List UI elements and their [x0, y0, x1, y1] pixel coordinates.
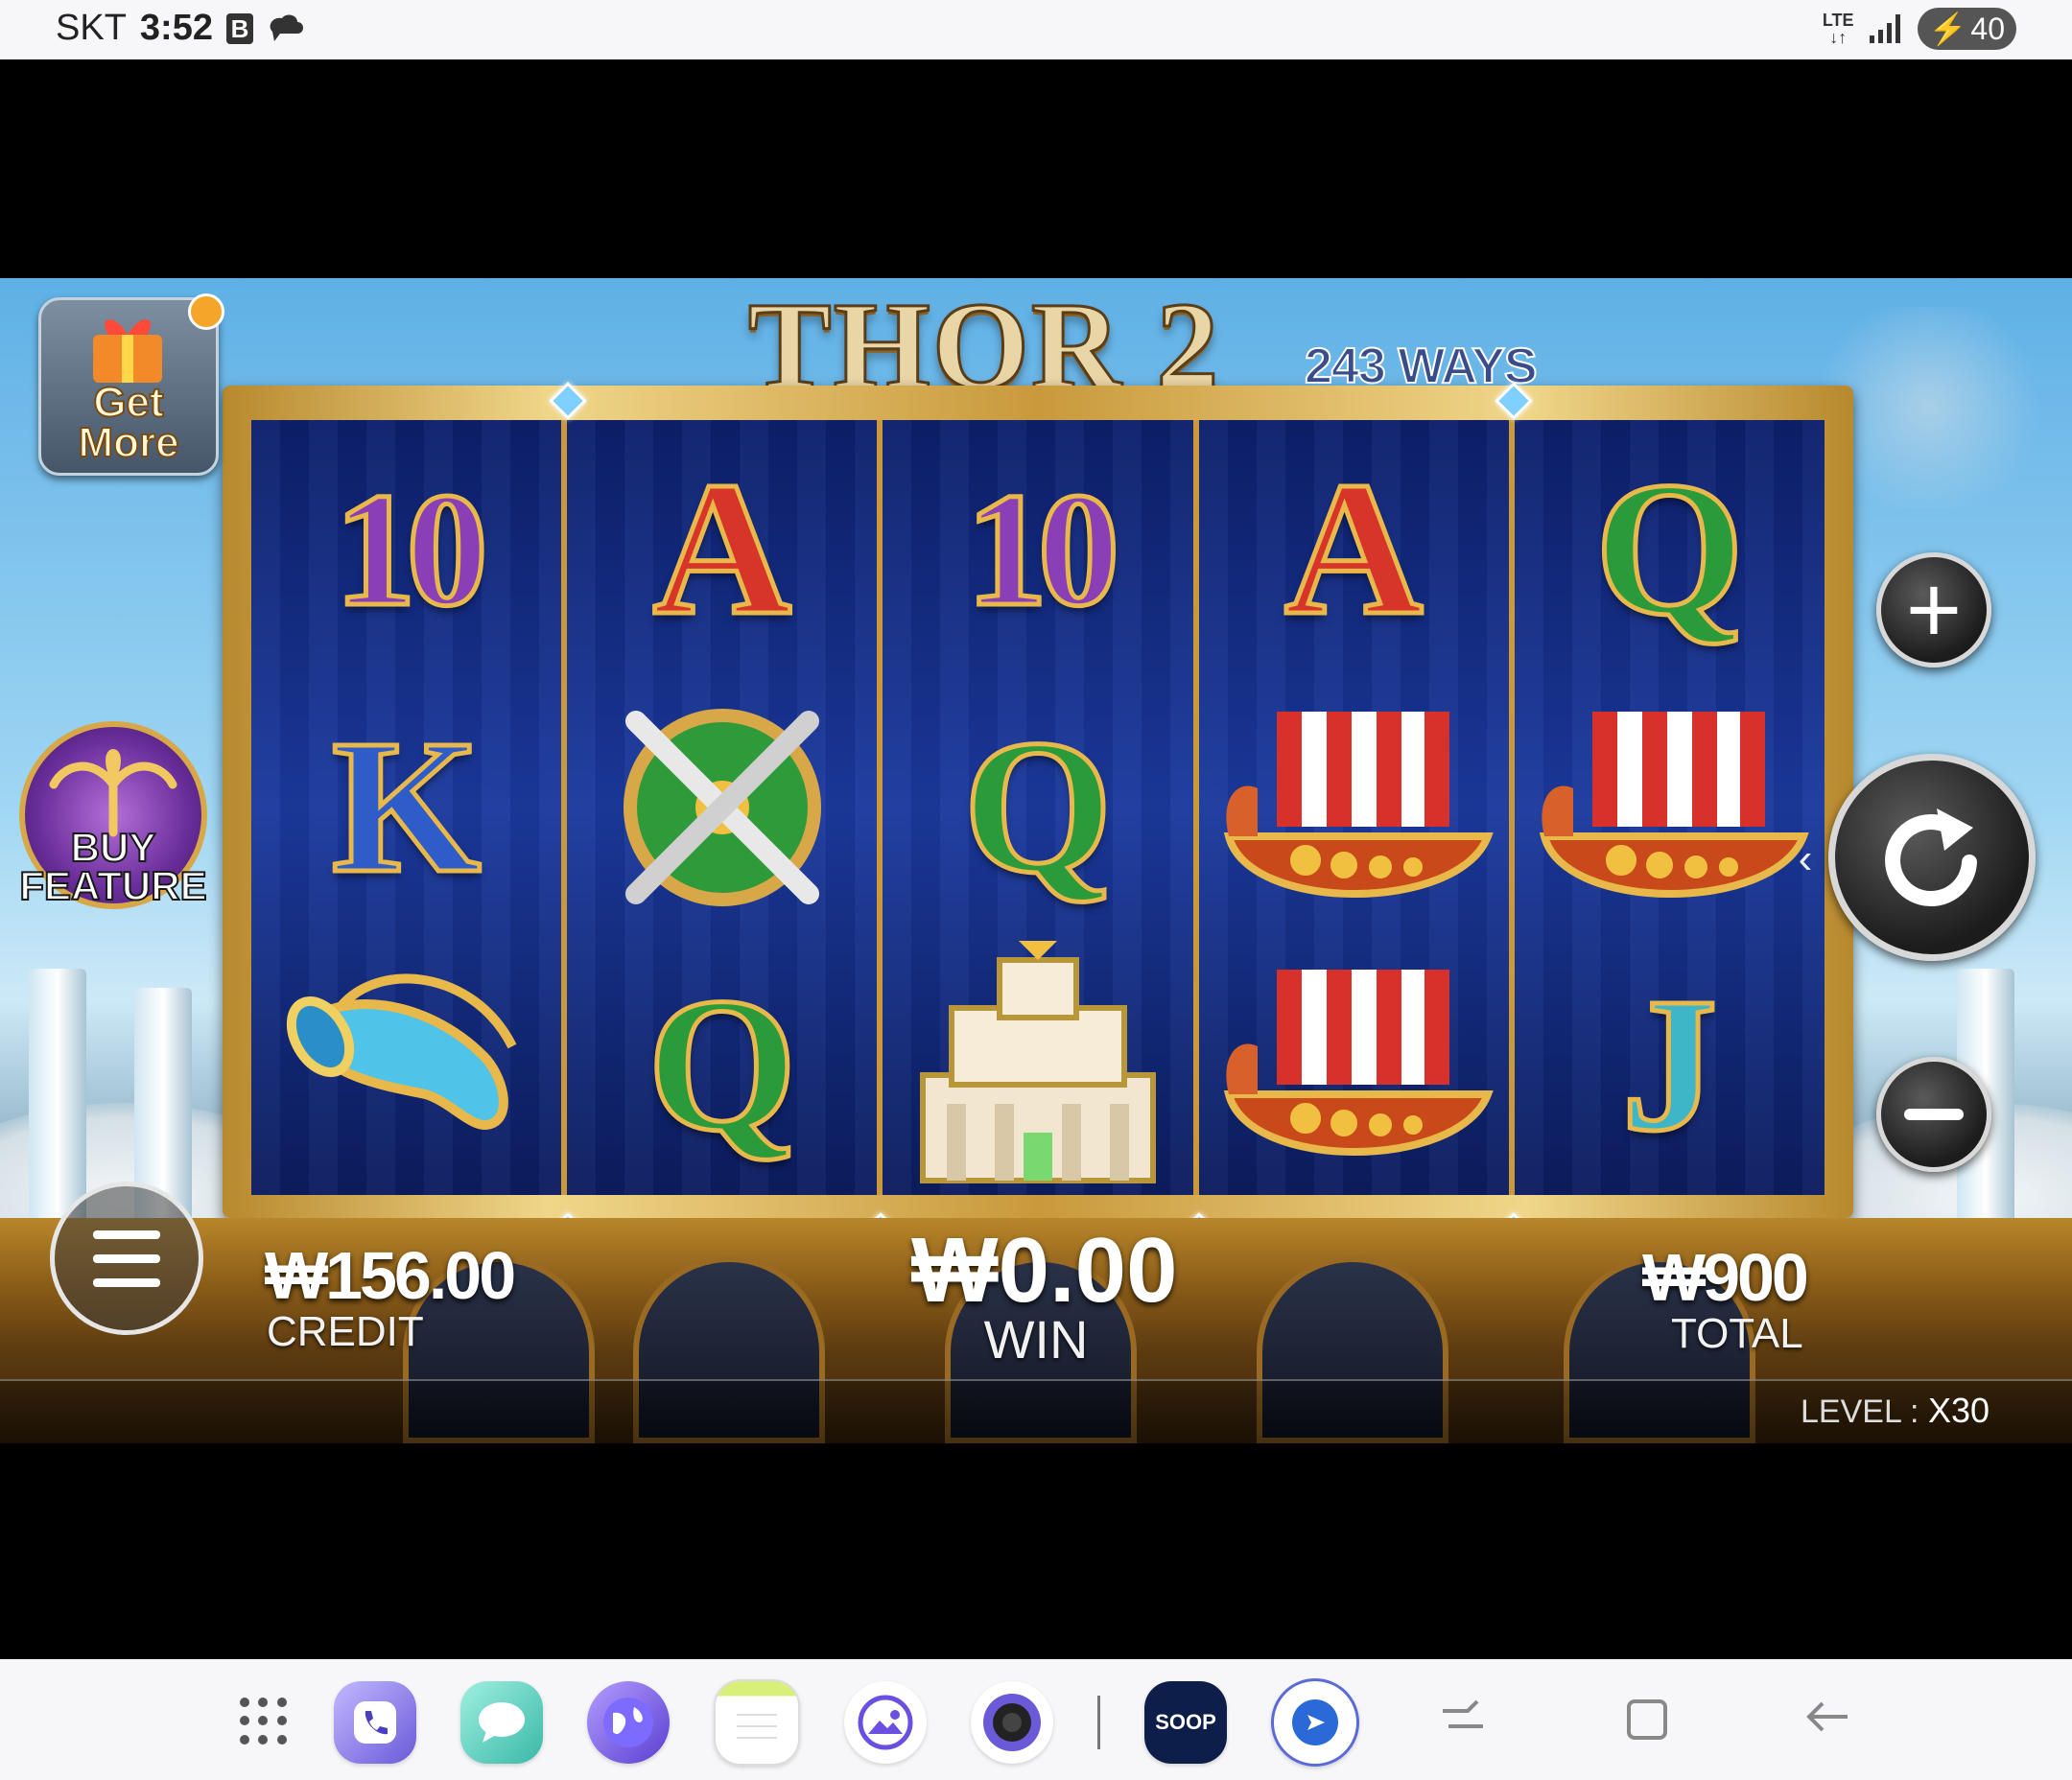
- dock-divider: [1097, 1696, 1100, 1749]
- symbol-letter: A: [650, 442, 793, 655]
- messages-app-icon[interactable]: [460, 1681, 543, 1764]
- symbol-a: A: [1199, 420, 1509, 678]
- battery-indicator: ⚡ 40: [1917, 8, 2016, 50]
- buy-feature-label: BUY FEATURE: [18, 825, 207, 908]
- reels-grid: 10 K A Q 10 Q A Q J: [251, 420, 1825, 1195]
- symbol-letter: J: [1619, 959, 1720, 1172]
- game-logo: THOR 2 243 WAYS: [729, 278, 1554, 417]
- app-dock: SOOP: [240, 1678, 1359, 1767]
- lte-indicator: LTE ↓↑: [1822, 11, 1854, 47]
- level-indicator: LEVEL : X30: [1801, 1391, 1990, 1431]
- symbol-j: J: [1515, 937, 1825, 1195]
- symbol-10: 10: [883, 420, 1192, 678]
- symbol-q: Q: [567, 937, 877, 1195]
- increase-bet-button[interactable]: +: [1876, 552, 1991, 668]
- menu-icon: [93, 1277, 160, 1287]
- symbol-a: A: [567, 420, 877, 678]
- recent-apps-button[interactable]: [1439, 1698, 1487, 1746]
- menu-button[interactable]: [50, 1182, 203, 1335]
- reel-5: QJ: [1514, 420, 1825, 1195]
- status-bar: SKT 3:52 B LTE ↓↑ ⚡ 40: [0, 0, 2072, 59]
- symbol-letter: Q: [1592, 442, 1747, 655]
- total-bet-label: TOTAL: [1671, 1310, 1803, 1357]
- buy-feature-button[interactable]: BUY FEATURE: [17, 721, 209, 913]
- ship-symbol: [1199, 678, 1509, 936]
- status-left: SKT 3:52 B: [56, 8, 305, 49]
- notes-app-icon[interactable]: [714, 1679, 800, 1766]
- charging-icon: ⚡: [1928, 12, 1967, 46]
- navigation-bar: SOOP: [0, 1659, 2072, 1780]
- back-button[interactable]: [1803, 1698, 1851, 1746]
- menu-icon: [93, 1230, 160, 1239]
- symbol-letter: Q: [646, 959, 800, 1172]
- gift-icon: [93, 319, 162, 383]
- notification-dot: [188, 293, 224, 330]
- refresh-icon: [1885, 808, 1977, 907]
- get-more-label: Get More: [77, 379, 179, 466]
- b-app-notification-icon: B: [225, 12, 253, 44]
- ship-symbol: [1515, 678, 1825, 936]
- camera-app-icon[interactable]: [971, 1681, 1053, 1764]
- shield-symbol: [567, 678, 877, 936]
- ship-symbol: [1199, 937, 1509, 1195]
- status-right: LTE ↓↑ ⚡ 40: [1823, 8, 2016, 50]
- win-label: WIN: [983, 1309, 1089, 1370]
- apps-grid-icon[interactable]: [240, 1698, 290, 1747]
- decrease-bet-button[interactable]: [1876, 1057, 1991, 1172]
- level-label: LEVEL :: [1801, 1394, 1928, 1430]
- symbol-letter: K: [329, 700, 483, 913]
- credit-value: ₩156.00: [265, 1238, 516, 1313]
- symbol-q: Q: [1515, 420, 1825, 678]
- slot-game: THOR 2 243 WAYS 10 K A Q 10 Q A Q J Get More BUY…: [0, 278, 2072, 1443]
- recent-apps-icon: [1443, 1699, 1483, 1728]
- back-icon: [1806, 1701, 1848, 1732]
- menu-icon: [93, 1253, 160, 1263]
- symbol-letter: 10: [964, 458, 1122, 640]
- reel-2: AQ: [567, 420, 878, 1195]
- reel-4: A: [1198, 420, 1510, 1195]
- gallery-app-icon[interactable]: [844, 1681, 927, 1764]
- chat-notification-icon: [267, 12, 305, 45]
- carrier-label: SKT: [56, 8, 127, 48]
- symbol-letter: A: [1282, 442, 1424, 655]
- symbol-letter: 10: [332, 458, 490, 640]
- spin-button[interactable]: [1828, 754, 2036, 961]
- signal-icon: [1869, 14, 1900, 43]
- symbol-q: Q: [883, 678, 1192, 936]
- home-button[interactable]: [1625, 1698, 1669, 1752]
- reel-1: 10 K: [251, 420, 562, 1195]
- internet-app-icon[interactable]: [587, 1681, 670, 1764]
- credit-label: CREDIT: [267, 1308, 424, 1355]
- clock: 3:52: [139, 8, 213, 48]
- phone-app-icon[interactable]: [334, 1681, 416, 1764]
- total-bet-value: ₩900: [1642, 1240, 1809, 1315]
- soop-app-label: SOOP: [1155, 1710, 1216, 1734]
- info-strip: [0, 1379, 2072, 1443]
- messenger-app-icon[interactable]: [1271, 1678, 1359, 1767]
- minus-icon: [1904, 1109, 1964, 1120]
- soop-app-icon[interactable]: SOOP: [1144, 1681, 1227, 1764]
- chevron-left-icon[interactable]: ‹: [1782, 836, 1828, 882]
- temple-symbol: [883, 937, 1192, 1195]
- home-icon: [1627, 1699, 1667, 1740]
- symbol-k: K: [251, 678, 561, 936]
- battery-level: 40: [1970, 12, 2005, 46]
- horn-symbol: [251, 937, 561, 1195]
- get-more-button[interactable]: Get More: [38, 297, 219, 476]
- level-value: X30: [1927, 1391, 1990, 1430]
- symbol-letter: Q: [961, 700, 1116, 913]
- symbol-10: 10: [251, 420, 561, 678]
- reel-3: 10 Q: [883, 420, 1193, 1195]
- plus-icon: +: [1905, 556, 1963, 664]
